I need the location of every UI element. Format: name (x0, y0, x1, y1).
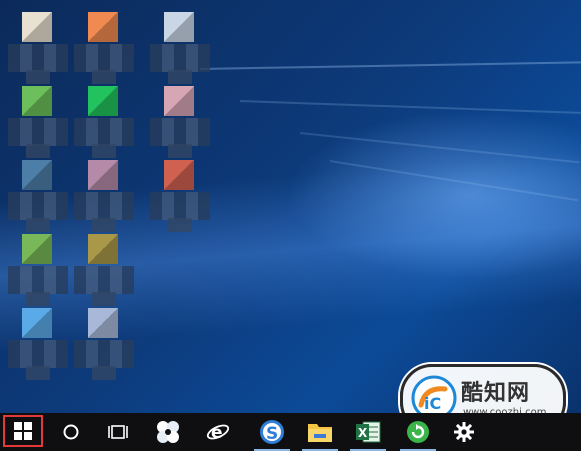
desktop-icon-label-blurred (8, 118, 68, 146)
svg-text:iC: iC (424, 394, 441, 413)
light-beam (299, 132, 580, 164)
light-beam (329, 160, 579, 202)
pinwheel-app-button[interactable] (146, 413, 190, 451)
svg-text:S: S (266, 424, 278, 444)
refresh-app-button[interactable] (396, 413, 440, 451)
desktop-icon-label-blurred (74, 340, 134, 368)
folder-icon (308, 424, 332, 442)
desktop-icon-image (164, 160, 194, 190)
desktop-icon-9[interactable] (150, 160, 210, 232)
start-button[interactable] (3, 415, 43, 447)
desktop-icon-10[interactable] (8, 234, 68, 306)
desktop-icon-label-blurred (92, 366, 116, 380)
desktop-icon-image (88, 160, 118, 190)
desktop-icon-image (22, 308, 52, 338)
green-refresh-icon (407, 421, 429, 443)
desktop-icon-image (22, 160, 52, 190)
gear-icon (454, 422, 474, 442)
desktop-icon-label-blurred (150, 192, 210, 220)
desktop-icon-8[interactable] (74, 160, 134, 232)
desktop-icon-label-blurred (26, 144, 50, 158)
desktop-icon-label-blurred (150, 44, 210, 72)
desktop-icon-12[interactable] (8, 308, 68, 380)
task-view-icon (108, 425, 128, 439)
desktop-icon-image (164, 86, 194, 116)
desktop-icon-3[interactable] (150, 12, 210, 84)
cortana-button[interactable] (52, 413, 90, 451)
task-view-button[interactable] (98, 413, 138, 451)
desktop-icon-label-blurred (74, 192, 134, 220)
desktop-icon-5[interactable] (74, 86, 134, 158)
desktop-icon-label-blurred (26, 292, 50, 306)
circle-search-icon (63, 424, 79, 440)
internet-explorer-button[interactable]: e (196, 413, 240, 451)
desktop-background: iC 酷知网 www.coozhi.com (0, 0, 581, 451)
taskbar: e S X (0, 413, 581, 451)
desktop-icon-4[interactable] (8, 86, 68, 158)
desktop-icon-label-blurred (8, 266, 68, 294)
light-beam (199, 61, 581, 70)
sogou-browser-button[interactable]: S (250, 413, 294, 451)
desktop-icon-6[interactable] (150, 86, 210, 158)
desktop-icon-image (88, 12, 118, 42)
desktop-icon-11[interactable] (74, 234, 134, 306)
desktop-icon-image (22, 234, 52, 264)
desktop-icon-label-blurred (26, 70, 50, 84)
desktop-icon-7[interactable] (8, 160, 68, 232)
light-beam (239, 100, 581, 114)
desktop-icon-image (88, 86, 118, 116)
desktop-icon-1[interactable] (8, 12, 68, 84)
desktop-icon-image (22, 12, 52, 42)
desktop-icon-label-blurred (92, 70, 116, 84)
excel-icon: X (356, 421, 381, 443)
desktop-icon-label-blurred (74, 118, 134, 146)
desktop-icon-label-blurred (26, 218, 50, 232)
desktop-icon-image (88, 234, 118, 264)
watermark-title: 酷知网 (461, 381, 531, 406)
pinwheel-icon (157, 421, 179, 443)
desktop-icon-label-blurred (74, 266, 134, 294)
file-explorer-button[interactable] (298, 413, 342, 451)
desktop-icon-label-blurred (26, 366, 50, 380)
settings-button[interactable] (444, 413, 484, 451)
sogou-s-icon: S (260, 420, 284, 444)
desktop-icon-label-blurred (92, 292, 116, 306)
desktop-icon-label-blurred (8, 44, 68, 72)
desktop-icon-label-blurred (168, 144, 192, 158)
ie-icon: e (206, 423, 230, 443)
desktop-icon-label-blurred (92, 144, 116, 158)
desktop-icon-label-blurred (168, 70, 192, 84)
excel-button[interactable]: X (346, 413, 390, 451)
desktop-icon-13[interactable] (74, 308, 134, 380)
windows-logo-icon (14, 422, 32, 440)
desktop-icon-label-blurred (168, 218, 192, 232)
desktop-icon-label-blurred (92, 218, 116, 232)
svg-text:e: e (211, 423, 223, 443)
desktop-icon-image (22, 86, 52, 116)
desktop-icon-label-blurred (150, 118, 210, 146)
desktop-icon-2[interactable] (74, 12, 134, 84)
desktop-icon-label-blurred (8, 192, 68, 220)
desktop-icon-label-blurred (74, 44, 134, 72)
desktop-icon-label-blurred (8, 340, 68, 368)
desktop-icon-image (164, 12, 194, 42)
svg-text:X: X (358, 426, 368, 440)
desktop-icon-image (88, 308, 118, 338)
